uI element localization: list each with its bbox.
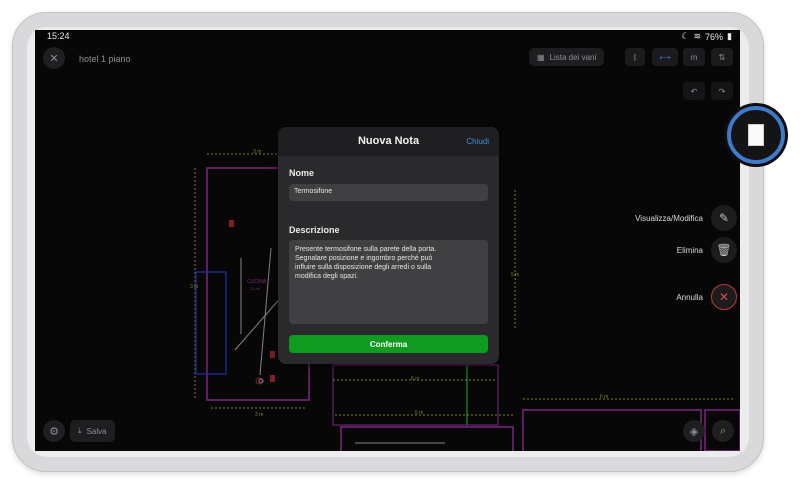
status-icons: ☾ ≋ 76% ▮ <box>681 31 732 42</box>
view-edit-button[interactable]: ✎ <box>711 205 737 231</box>
bluetooth-icon: ᛒ <box>632 52 638 62</box>
close-button[interactable]: Chiudi <box>466 137 489 146</box>
trash-icon: 🗑 <box>716 243 732 257</box>
search-icon: ⌕ <box>719 424 727 437</box>
delete-label: Elimina <box>676 246 703 255</box>
undo-button[interactable]: ↶ <box>683 82 705 100</box>
wifi-icon: ≋ <box>693 31 702 41</box>
save-label: Salva <box>86 426 107 436</box>
document-icon <box>748 124 764 146</box>
redo-icon: ↷ <box>718 86 726 96</box>
grid-icon: ▦ <box>537 52 545 62</box>
search-button[interactable]: ⌕ <box>712 420 734 442</box>
unit-label: m <box>690 52 698 62</box>
name-label: Nome <box>289 168 315 178</box>
bluetooth-button[interactable]: ᛒ <box>625 48 645 66</box>
cancel-label: Annulla <box>676 293 703 302</box>
battery-percentage: 76% <box>705 31 724 42</box>
ruler-icon: ⟷ <box>659 52 671 62</box>
save-button[interactable]: ⤓ Salva <box>70 420 115 442</box>
measure-button[interactable]: ⟷ <box>652 48 678 66</box>
confirm-button[interactable]: Conferma <box>289 335 488 353</box>
project-title: hotel 1 piano <box>79 54 131 64</box>
rooms-list-label: Lista dei vani <box>549 52 597 62</box>
notes-document-button[interactable] <box>727 106 785 164</box>
download-icon: ⤓ <box>78 426 82 435</box>
name-field[interactable]: Termosifone <box>289 184 488 201</box>
new-note-dialog: Nuova Nota Chiudi Nome Termosifone Descr… <box>278 127 499 364</box>
battery-icon: ▮ <box>727 31 732 41</box>
unit-button[interactable]: m <box>683 48 705 66</box>
description-field[interactable]: Presente termosifone sulla parete della … <box>289 240 488 324</box>
undo-icon: ↶ <box>690 86 698 96</box>
redo-button[interactable]: ↷ <box>711 82 733 100</box>
rooms-list-button[interactable]: ▦ Lista dei vani <box>529 48 605 66</box>
close-icon: ✕ <box>49 52 59 65</box>
layers-icon: ◈ <box>689 425 699 438</box>
moon-icon: ☾ <box>681 31 690 41</box>
cancel-button[interactable]: ✕ <box>711 284 737 310</box>
settings-button[interactable]: ⚙ <box>43 420 65 442</box>
pencil-icon: ✎ <box>718 211 730 225</box>
gear-icon: ⚙ <box>49 425 59 438</box>
delete-button[interactable]: 🗑 <box>711 237 737 263</box>
sort-button[interactable]: ⇅ <box>711 48 733 66</box>
close-project-button[interactable]: ✕ <box>43 47 65 69</box>
view-edit-label: Visualizza/Modifica <box>635 214 703 223</box>
sort-icon: ⇅ <box>718 52 726 62</box>
status-bar: 15:24 ☾ ≋ 76% ▮ <box>35 30 740 44</box>
clock: 15:24 <box>47 31 70 41</box>
close-icon: ✕ <box>718 290 730 304</box>
dialog-header: Nuova Nota Chiudi <box>278 127 499 156</box>
description-label: Descrizione <box>289 225 340 235</box>
layers-button[interactable]: ◈ <box>683 420 705 442</box>
